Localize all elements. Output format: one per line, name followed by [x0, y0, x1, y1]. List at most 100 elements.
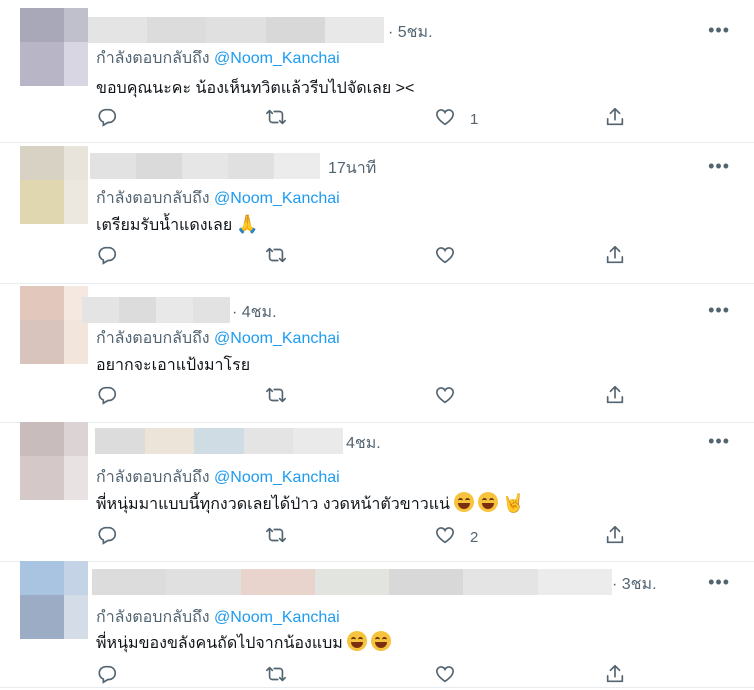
retweet-icon	[265, 663, 287, 690]
avatar[interactable]	[20, 561, 88, 639]
more-options-icon[interactable]: •••	[708, 157, 730, 175]
retweet-button[interactable]	[265, 525, 287, 549]
more-options-icon[interactable]: •••	[708, 21, 730, 39]
reply-button[interactable]	[96, 525, 132, 549]
reply-icon	[96, 384, 118, 411]
share-button[interactable]	[604, 107, 626, 131]
share-icon	[604, 106, 626, 133]
author-name-redacted[interactable]	[88, 17, 384, 43]
tweet-actions	[96, 385, 636, 409]
author-name-redacted[interactable]	[82, 297, 230, 323]
tweet-reply[interactable]: 4ชม. ••• กำลังตอบกลับถึง @Noom_Kanchai พี่ห…	[0, 422, 754, 562]
share-button[interactable]	[604, 385, 626, 409]
beaming-face-emoji	[346, 631, 367, 651]
retweet-button[interactable]	[265, 664, 287, 688]
tweet-reply[interactable]: · 4ชม. ••• กำลังตอบกลับถึง @Noom_Kanchai อย…	[0, 284, 754, 423]
more-options-icon[interactable]: •••	[708, 301, 730, 319]
folded-hands-emoji: 🙏	[236, 214, 259, 235]
retweet-button[interactable]	[265, 245, 287, 269]
like-count: 2	[470, 528, 479, 546]
heart-icon	[434, 524, 456, 551]
mention-link[interactable]: @Noom_Kanchai	[214, 190, 340, 207]
replying-to: กำลังตอบกลับถึง @Noom_Kanchai	[96, 186, 340, 211]
more-options-icon[interactable]: •••	[708, 432, 730, 450]
share-button[interactable]	[604, 525, 626, 549]
tweet-text-body: พี่หนุ่มมาแบบนี้ทุกงวดเลยได้ป่าว งวดหน้า…	[96, 496, 450, 513]
reply-button[interactable]	[96, 664, 132, 688]
replying-to: กำลังตอบกลับถึง @Noom_Kanchai	[96, 326, 340, 351]
like-button[interactable]	[434, 245, 470, 269]
more-options-icon[interactable]: •••	[708, 573, 730, 591]
heart-icon	[434, 384, 456, 411]
tweet-text: ขอบคุณนะคะ น้องเห็นทวิตแล้วรีบไปจัดเลย >…	[96, 76, 414, 101]
grinning-squint-emoji	[477, 492, 498, 512]
replying-to-label: กำลังตอบกลับถึง	[96, 50, 210, 67]
share-icon	[604, 244, 626, 271]
retweet-icon	[265, 244, 287, 271]
like-count: 1	[470, 110, 479, 128]
retweet-button[interactable]	[265, 385, 287, 409]
tweet-actions	[96, 245, 636, 269]
share-icon	[604, 384, 626, 411]
reply-icon	[96, 524, 118, 551]
reply-icon	[96, 244, 118, 271]
mention-link[interactable]: @Noom_Kanchai	[214, 50, 340, 67]
retweet-button[interactable]	[265, 107, 287, 131]
mention-link[interactable]: @Noom_Kanchai	[214, 330, 340, 347]
retweet-icon	[265, 106, 287, 133]
reply-button[interactable]	[96, 107, 132, 131]
tweet-actions: 2	[96, 525, 636, 549]
replying-to: กำลังตอบกลับถึง @Noom_Kanchai	[96, 46, 340, 71]
author-name-redacted[interactable]	[95, 428, 343, 454]
sign-of-horns-emoji: 🤘	[501, 493, 525, 514]
tweet-timestamp[interactable]: · 3ชม.	[612, 572, 657, 597]
retweet-icon	[265, 384, 287, 411]
heart-icon	[434, 106, 456, 133]
mention-link[interactable]: @Noom_Kanchai	[214, 609, 340, 626]
tweet-text-body: พี่หนุ่มของขลังคนถัดไปจากน้องแบม	[96, 635, 343, 652]
replying-to-label: กำลังตอบกลับถึง	[96, 609, 210, 626]
mention-link[interactable]: @Noom_Kanchai	[214, 469, 340, 486]
tweet-text: พี่หนุ่มมาแบบนี้ทุกงวดเลยได้ป่าว งวดหน้า…	[96, 492, 524, 517]
tweet-timestamp[interactable]: · 5ชม.	[388, 20, 433, 45]
reply-icon	[96, 663, 118, 690]
replying-to: กำลังตอบกลับถึง @Noom_Kanchai	[96, 465, 340, 490]
tweet-actions	[96, 664, 636, 688]
avatar[interactable]	[20, 8, 88, 86]
retweet-icon	[265, 524, 287, 551]
like-button[interactable]: 1	[434, 107, 478, 131]
reply-button[interactable]	[96, 245, 132, 269]
tweet-reply[interactable]: · 5ชม. ••• กำลังตอบกลับถึง @Noom_Kanchai ขอ…	[0, 0, 754, 143]
tweet-actions: 1	[96, 107, 636, 131]
avatar[interactable]	[20, 286, 88, 364]
tweet-timestamp[interactable]: · 4ชม.	[232, 300, 277, 325]
replying-to-label: กำลังตอบกลับถึง	[96, 469, 210, 486]
reply-button[interactable]	[96, 385, 132, 409]
tweet-text-body: ขอบคุณนะคะ น้องเห็นทวิตแล้วรีบไปจัดเลย >…	[96, 80, 415, 97]
replying-to: กำลังตอบกลับถึง @Noom_Kanchai	[96, 605, 340, 630]
author-name-redacted[interactable]	[90, 153, 320, 179]
like-button[interactable]	[434, 385, 470, 409]
heart-icon	[434, 244, 456, 271]
like-button[interactable]	[434, 664, 470, 688]
share-button[interactable]	[604, 664, 626, 688]
tweet-text: พี่หนุ่มของขลังคนถัดไปจากน้องแบม	[96, 631, 391, 656]
tweet-text-body: เตรียมรับน้ำแดงเลย	[96, 217, 233, 234]
like-button[interactable]: 2	[434, 525, 478, 549]
replying-to-label: กำลังตอบกลับถึง	[96, 190, 210, 207]
avatar[interactable]	[20, 146, 88, 224]
author-name-redacted[interactable]	[92, 569, 612, 595]
tweet-reply[interactable]: · 3ชม. ••• กำลังตอบกลับถึง @Noom_Kanchai พี…	[0, 561, 754, 688]
heart-icon	[434, 663, 456, 690]
share-button[interactable]	[604, 245, 626, 269]
tweet-reply[interactable]: 17นาที ••• กำลังตอบกลับถึง @Noom_Kanchai เต…	[0, 143, 754, 284]
tweet-timestamp[interactable]: 17นาที	[328, 156, 376, 181]
share-icon	[604, 524, 626, 551]
tweet-timestamp[interactable]: 4ชม.	[346, 431, 381, 456]
grinning-squint-emoji	[453, 492, 474, 512]
reply-icon	[96, 106, 118, 133]
share-icon	[604, 663, 626, 690]
tweet-text-body: อยากจะเอาแป้งมาโรย	[96, 357, 251, 374]
avatar[interactable]	[20, 422, 88, 500]
tweet-text: อยากจะเอาแป้งมาโรย	[96, 353, 250, 378]
